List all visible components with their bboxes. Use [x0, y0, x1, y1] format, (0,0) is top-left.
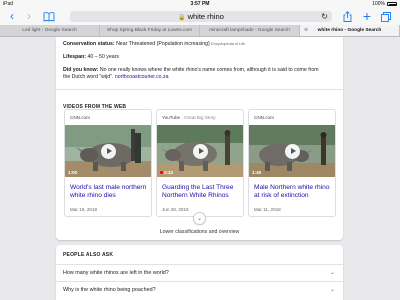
- reload-icon[interactable]: ↻: [321, 11, 328, 22]
- tab-led-light[interactable]: Led light - Google Search: [0, 25, 100, 36]
- lifespan: Lifespan: 40 – 50 years: [63, 54, 119, 60]
- clock: 3:57 PM: [190, 1, 210, 7]
- knowledge-panel: Conservation status: Near Threatened (Po…: [56, 37, 343, 240]
- did-you-know-cont: the Dutch word "wijd". northcoastcourier…: [63, 74, 169, 80]
- battery-percent: 100%: [372, 1, 385, 7]
- tab-strip: Led light - Google Search Shop Spring Bl…: [0, 25, 400, 37]
- video-card[interactable]: CNN.com 1:40 Male Northern white rhino a…: [248, 109, 336, 217]
- video-source: CNN.com: [254, 115, 274, 120]
- share-icon[interactable]: [340, 9, 354, 24]
- video-title[interactable]: Guarding the Last Three Northern White R…: [162, 184, 242, 200]
- video-card[interactable]: YouTube · Great Big Story 2:22 Guarding …: [156, 109, 244, 217]
- video-source: YouTube · Great Big Story: [162, 115, 216, 120]
- new-tab-icon[interactable]: +: [360, 9, 374, 24]
- search-results-page: Conservation status: Near Threatened (Po…: [0, 37, 400, 300]
- tab-white-rhino[interactable]: ⊗ white rhino - Google Search: [300, 25, 400, 36]
- tab-close-icon[interactable]: ⊗: [304, 25, 308, 36]
- did-you-know: Did you know: No one really knows where …: [63, 67, 319, 73]
- bookmarks-icon[interactable]: [42, 9, 56, 24]
- battery-status: 100%: [372, 1, 397, 7]
- back-icon[interactable]: ‹: [5, 9, 19, 24]
- forward-icon[interactable]: ›: [22, 9, 36, 24]
- video-thumbnail[interactable]: 2:22: [157, 125, 243, 177]
- video-duration: 1:00: [68, 170, 78, 175]
- play-icon[interactable]: [285, 144, 300, 159]
- people-also-ask: PEOPLE ALSO ASK How many white rhinos ar…: [56, 245, 343, 300]
- safari-toolbar: ‹ › 🔒 white rhino ↻ +: [0, 8, 400, 25]
- video-card[interactable]: CNN.com 1:00 World's last male northern …: [64, 109, 152, 217]
- video-thumbnail[interactable]: 1:40: [249, 125, 335, 177]
- tabs-overview-icon[interactable]: [379, 9, 393, 24]
- address-text: white rhino: [187, 12, 224, 21]
- people-also-ask-heading: PEOPLE ALSO ASK: [63, 252, 114, 258]
- play-icon[interactable]: [193, 144, 208, 159]
- video-duration: 1:40: [252, 170, 262, 175]
- divider: [56, 89, 343, 90]
- source-label[interactable]: Encyclopedia of Life: [211, 42, 245, 46]
- lower-classifications-link[interactable]: Lower classifications and overview: [56, 229, 343, 235]
- tab-minecraft-lampshade[interactable]: minecraft lampshade - Google Search: [200, 25, 300, 36]
- address-bar[interactable]: 🔒 white rhino ↻: [70, 11, 332, 22]
- expand-chevron-icon[interactable]: ⌄: [193, 212, 206, 225]
- tab-lowes[interactable]: Shop Spring Black Friday at Lowes.com: [100, 25, 200, 36]
- question-row[interactable]: How many white rhinos are left in the wo…: [56, 264, 343, 281]
- question-text: Why is the white rhino being poached?: [63, 287, 156, 293]
- video-date: Mar 19, 2018: [70, 207, 98, 212]
- video-date: Jun 28, 2016: [162, 207, 189, 212]
- video-title[interactable]: World's last male northern white rhino d…: [70, 184, 150, 200]
- conservation-status: Conservation status: Near Threatened (Po…: [63, 41, 246, 47]
- lock-icon: 🔒: [178, 15, 186, 21]
- video-duration: 2:22: [160, 170, 173, 175]
- video-title[interactable]: Male Northern white rhino at risk of ext…: [254, 184, 334, 200]
- source-link[interactable]: northcoastcourier.co.za: [115, 74, 169, 80]
- chevron-down-icon[interactable]: ⌄: [330, 269, 335, 276]
- question-row[interactable]: Why is the white rhino being poached? ⌄: [56, 281, 343, 298]
- play-icon[interactable]: [101, 144, 116, 159]
- question-text: How many white rhinos are left in the wo…: [63, 270, 169, 276]
- chevron-down-icon[interactable]: ⌄: [330, 286, 335, 293]
- video-source: CNN.com: [70, 115, 90, 120]
- video-date: Mar 11, 2018: [254, 207, 281, 212]
- status-bar: iPad 3:57 PM 100%: [0, 0, 400, 8]
- video-thumbnail[interactable]: 1:00: [65, 125, 151, 177]
- battery-icon: [387, 2, 397, 6]
